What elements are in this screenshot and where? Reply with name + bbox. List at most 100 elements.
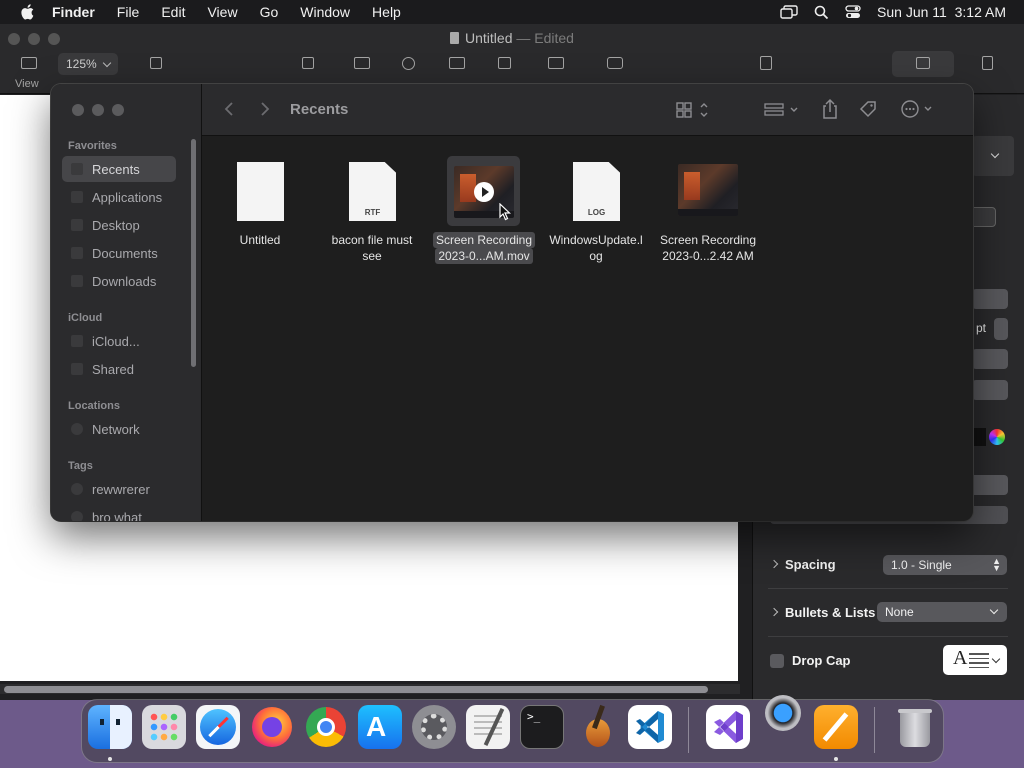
font-color-swatch[interactable] (972, 428, 986, 446)
group-by-icon[interactable] (764, 101, 800, 119)
trash-icon[interactable] (892, 705, 936, 749)
quicktime-player-icon[interactable] (765, 695, 801, 731)
finder-zoom-button[interactable] (112, 104, 124, 116)
launchpad-icon[interactable] (142, 705, 186, 749)
document-inspector-icon[interactable] (982, 56, 993, 70)
sidebar-header-locations: Locations (68, 400, 120, 412)
textedit-icon[interactable] (466, 705, 510, 749)
menu-bar: Finder File Edit View Go Window Help Sun… (0, 0, 1024, 24)
font-family-select[interactable] (972, 289, 1008, 309)
chevron-down-icon (989, 605, 999, 615)
font-style-select[interactable] (972, 349, 1008, 369)
media-icon[interactable] (548, 57, 564, 69)
sidebar-item-shared[interactable]: Shared (92, 362, 134, 377)
text-icon[interactable] (449, 57, 465, 69)
file-name: Screen Recording 2023-0...2.42 AM (659, 233, 757, 263)
back-icon[interactable] (224, 101, 234, 117)
menu-go[interactable]: Go (260, 4, 279, 20)
file-item[interactable]: RTF bacon file must see (314, 156, 430, 264)
sidebar-item-tag[interactable]: bro what (92, 510, 142, 521)
tag-icon[interactable] (858, 99, 878, 119)
visual-studio-icon[interactable] (706, 705, 750, 749)
zoom-select[interactable]: 125% (58, 53, 118, 75)
view-label: View (15, 78, 39, 90)
desktop-icon (71, 219, 83, 231)
apple-menu-icon[interactable] (18, 2, 38, 22)
file-item[interactable]: Untitled (202, 156, 318, 248)
screen-mirroring-icon[interactable] (780, 5, 798, 19)
color-wheel-icon[interactable] (989, 429, 1005, 445)
finder-icon[interactable] (88, 705, 132, 749)
finder-close-button[interactable] (72, 104, 84, 116)
sidebar-item-network[interactable]: Network (92, 422, 140, 437)
add-page-icon[interactable] (150, 57, 162, 69)
sidebar-item-icloud[interactable]: iCloud... (92, 334, 140, 349)
file-item[interactable]: Screen Recording 2023-0...2.42 AM (650, 156, 766, 264)
text-options-select[interactable] (972, 380, 1008, 400)
more-actions-icon[interactable] (900, 99, 936, 119)
pages-icon[interactable] (814, 705, 858, 749)
chart-icon[interactable] (402, 57, 415, 70)
sidebar-item-desktop[interactable]: Desktop (92, 218, 140, 233)
system-settings-icon[interactable] (412, 705, 456, 749)
terminal-icon[interactable]: >_ (520, 705, 564, 749)
spacing-label: Spacing (785, 557, 836, 572)
menu-help[interactable]: Help (372, 4, 401, 20)
control-center-icon[interactable] (845, 5, 861, 19)
horizontal-scroll-thumb[interactable] (4, 686, 708, 693)
spotlight-search-icon[interactable] (814, 5, 829, 20)
sidebar-item-downloads[interactable]: Downloads (92, 274, 156, 289)
drop-cap-style-select[interactable]: A (943, 645, 1007, 675)
forward-icon[interactable] (260, 101, 270, 117)
menu-window[interactable]: Window (300, 4, 350, 20)
running-indicator (108, 757, 112, 761)
file-thumbnail (202, 156, 318, 228)
sidebar-header-favorites: Favorites (68, 140, 117, 152)
play-icon (474, 182, 494, 202)
menu-file[interactable]: File (117, 4, 140, 20)
table-icon[interactable] (354, 57, 370, 69)
firefox-icon[interactable] (250, 705, 294, 749)
garageband-icon[interactable] (574, 704, 618, 749)
pt-unit: pt (976, 321, 987, 335)
menu-clock[interactable]: Sun Jun 11 3:12 AM (877, 4, 1006, 20)
shape-icon[interactable] (498, 57, 511, 69)
icloud-drive-icon (71, 335, 83, 347)
finder-window: Favorites Recents Applications Desktop D… (51, 84, 973, 521)
share-icon[interactable] (760, 56, 772, 70)
sidebar-scrollbar[interactable] (191, 139, 196, 367)
share-icon[interactable] (821, 98, 839, 120)
menu-view[interactable]: View (207, 4, 237, 20)
chrome-icon[interactable] (304, 705, 348, 749)
app-store-icon[interactable]: A (358, 705, 402, 749)
drop-cap-checkbox[interactable] (770, 654, 784, 668)
spacing-select[interactable]: 1.0 - Single ▲ ▼ (883, 555, 1007, 575)
file-item-selected[interactable]: Screen Recording 2023-0...AM.mov (426, 156, 542, 264)
downloads-icon (71, 275, 83, 287)
menu-edit[interactable]: Edit (161, 4, 185, 20)
bullets-label: Bullets & Lists (785, 605, 876, 620)
font-size-stepper[interactable] (994, 318, 1008, 340)
pages-doc-title: Untitled (465, 30, 513, 46)
sidebar-item-recents[interactable]: Recents (92, 162, 140, 177)
file-thumbnail: LOG (538, 156, 654, 228)
sidebar-item-applications[interactable]: Applications (92, 190, 162, 205)
comment-icon[interactable] (607, 57, 623, 69)
insert-icon[interactable] (302, 57, 314, 69)
sidebar-item-documents[interactable]: Documents (92, 246, 158, 261)
safari-icon[interactable] (196, 705, 240, 749)
clock-icon (71, 163, 83, 175)
bullets-select[interactable]: None (877, 602, 1007, 622)
finder-minimize-button[interactable] (92, 104, 104, 116)
file-item[interactable]: LOG WindowsUpdate.l og (538, 156, 654, 264)
sidebar-view-icon[interactable] (21, 57, 37, 69)
applications-icon (71, 191, 83, 203)
sidebar-item-tag[interactable]: rewwrerer (92, 482, 150, 497)
log-document-icon: LOG (573, 162, 620, 221)
drop-cap-label: Drop Cap (792, 653, 851, 668)
menu-app-name[interactable]: Finder (52, 4, 95, 20)
mouse-cursor-icon (499, 203, 511, 221)
text-lines-icon (969, 653, 989, 671)
vscode-icon[interactable] (628, 705, 672, 749)
view-as-icons-icon[interactable] (676, 101, 710, 119)
